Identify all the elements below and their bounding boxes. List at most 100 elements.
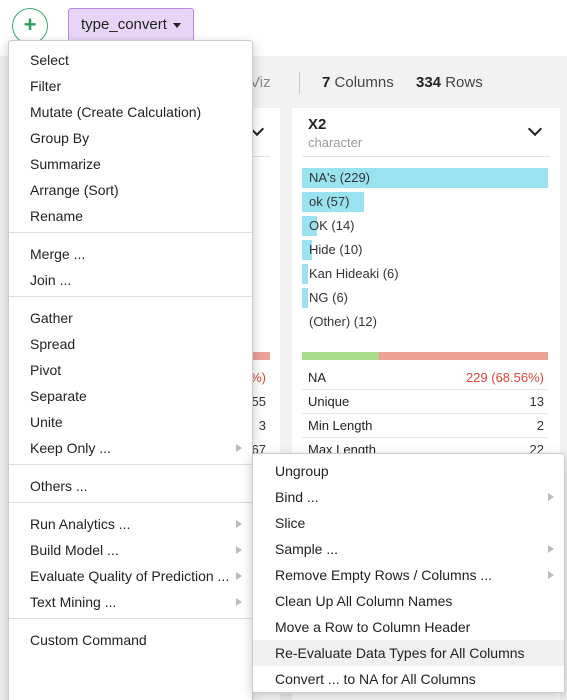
menu-item-unite[interactable]: Unite	[9, 409, 252, 435]
menu-item-label: Others ...	[30, 478, 88, 494]
category-bar-row[interactable]: OK (14)	[302, 216, 548, 236]
add-step-button[interactable]: +	[12, 8, 48, 44]
chevron-right-icon	[548, 545, 554, 553]
menu-item-summarize[interactable]: Summarize	[9, 151, 252, 177]
menu-item-run-analytics[interactable]: Run Analytics ...	[9, 511, 252, 537]
menu-item-label: Remove Empty Rows / Columns ...	[275, 567, 493, 583]
chevron-right-icon	[236, 444, 242, 452]
menu-item-text-mining[interactable]: Text Mining ...	[9, 589, 252, 615]
category-label: Kan Hideaki (6)	[309, 266, 399, 281]
menu-item-label: Re-Evaluate Data Types for All Columns	[275, 645, 525, 661]
chevron-right-icon	[548, 571, 554, 579]
submenu-item-move-a-row-to-column-header[interactable]: Move a Row to Column Header	[253, 614, 564, 640]
menu-item-label: Summarize	[30, 156, 101, 172]
submenu-item-slice[interactable]: Slice	[253, 510, 564, 536]
menu-item-custom-command[interactable]: Custom Command	[9, 627, 252, 653]
menu-item-label: Clean Up All Column Names	[275, 593, 453, 609]
step-type-menu: Select Filter Mutate (Create Calculation) G…	[8, 40, 253, 700]
category-label: (Other) (12)	[309, 314, 377, 329]
step-label: type_convert	[81, 16, 167, 33]
submenu-item-re-evaluate-data-types-for-all-columns[interactable]: Re-Evaluate Data Types for All Columns	[253, 640, 564, 666]
menu-item-separate[interactable]: Separate	[9, 383, 252, 409]
category-label: NA's (229)	[309, 170, 371, 185]
column-type: character	[308, 135, 363, 150]
menu-item-label: Group By	[30, 130, 90, 146]
unique-value: 55	[251, 394, 266, 409]
chevron-right-icon	[236, 572, 242, 580]
menu-item-build-model[interactable]: Build Model ...	[9, 537, 252, 563]
columns-count: 7 Columns	[322, 74, 394, 91]
menu-item-keep-only[interactable]: Keep Only ...	[9, 435, 252, 461]
stat-value: 2	[536, 418, 544, 433]
submenu-item-remove-empty-rows-columns[interactable]: Remove Empty Rows / Columns ...	[253, 562, 564, 588]
menu-item-group-by[interactable]: Group By	[9, 125, 252, 151]
menu-divider	[9, 502, 252, 503]
category-bar-row[interactable]: NG (6)	[302, 288, 548, 308]
category-label: Hide (10)	[309, 242, 363, 257]
category-bar-row[interactable]: ok (57)	[302, 192, 548, 212]
menu-item-label: Separate	[30, 388, 87, 404]
chevron-right-icon	[236, 520, 242, 528]
column-name: X2	[308, 116, 327, 133]
stat-min-length: Min Length 2	[302, 414, 548, 438]
menu-item-pivot[interactable]: Pivot	[9, 357, 252, 383]
category-bar	[302, 288, 308, 308]
menu-item-merge[interactable]: Merge ...	[9, 241, 252, 267]
category-bar	[302, 264, 308, 284]
chevron-down-icon[interactable]	[527, 121, 543, 137]
chevron-right-icon	[236, 598, 242, 606]
menu-item-label: Merge ...	[30, 246, 86, 262]
menu-item-label: Run Analytics ...	[30, 516, 131, 532]
menu-item-label: Arrange (Sort)	[30, 182, 119, 198]
submenu-item-clean-up-all-column-names[interactable]: Clean Up All Column Names	[253, 588, 564, 614]
menu-item-others[interactable]: Others ...	[9, 473, 252, 499]
menu-item-label: Unite	[30, 414, 63, 430]
menu-item-label: Rename	[30, 208, 83, 224]
menu-item-label: Build Model ...	[30, 542, 119, 558]
category-bar-row[interactable]: NA's (229)	[302, 168, 548, 188]
chevron-right-icon	[548, 493, 554, 501]
menu-divider	[9, 232, 252, 233]
min-value: 3	[258, 418, 266, 433]
others-submenu: Ungroup Bind ... Slice Sample ... Remove Emp…	[252, 453, 565, 693]
category-bar-row[interactable]: Kan Hideaki (6)	[302, 264, 548, 284]
menu-item-label: Slice	[275, 515, 306, 531]
na-ratio-bar	[302, 352, 548, 360]
menu-item-label: Gather	[30, 310, 73, 326]
menu-item-label: Filter	[30, 78, 62, 94]
menu-item-filter[interactable]: Filter	[9, 73, 252, 99]
submenu-item-convert-to-na-for-all-columns[interactable]: Convert ... to NA for All Columns	[253, 666, 564, 692]
stat-na: NA 229 (68.56%)	[302, 366, 548, 390]
menu-item-join[interactable]: Join ...	[9, 267, 252, 293]
category-label: OK (14)	[309, 218, 355, 233]
menu-item-rename[interactable]: Rename	[9, 203, 252, 229]
menu-item-label: Custom Command	[30, 632, 147, 648]
category-bar-row[interactable]: (Other) (12)	[302, 312, 548, 332]
menu-item-label: Select	[30, 52, 69, 68]
menu-item-label: Move a Row to Column Header	[275, 619, 471, 635]
caret-down-icon	[172, 22, 181, 28]
menu-item-label: Join ...	[30, 272, 72, 288]
submenu-item-bind[interactable]: Bind ...	[253, 484, 564, 510]
menu-item-label: Pivot	[30, 362, 62, 378]
menu-item-label: Convert ... to NA for All Columns	[275, 671, 476, 687]
submenu-item-sample[interactable]: Sample ...	[253, 536, 564, 562]
menu-item-select[interactable]: Select	[9, 47, 252, 73]
category-label: NG (6)	[309, 290, 348, 305]
menu-item-mutate-create-calculation[interactable]: Mutate (Create Calculation)	[9, 99, 252, 125]
rows-count: 334 Rows	[416, 74, 483, 91]
category-bar-row[interactable]: Hide (10)	[302, 240, 548, 260]
menu-item-evaluate-quality-of-prediction[interactable]: Evaluate Quality of Prediction ...	[9, 563, 252, 589]
stat-value: 13	[529, 394, 544, 409]
category-label: ok (57)	[309, 194, 350, 209]
menu-divider	[9, 296, 252, 297]
menu-item-label: Sample ...	[275, 541, 339, 557]
tab-viz[interactable]: Viz	[250, 74, 271, 91]
menu-item-arrange-sort[interactable]: Arrange (Sort)	[9, 177, 252, 203]
menu-item-gather[interactable]: Gather	[9, 305, 252, 331]
menu-item-spread[interactable]: Spread	[9, 331, 252, 357]
submenu-item-ungroup[interactable]: Ungroup	[253, 458, 564, 484]
stat-unique: Unique 13	[302, 390, 548, 414]
step-dropdown-button[interactable]: type_convert	[68, 8, 194, 42]
menu-item-label: Ungroup	[275, 463, 329, 479]
